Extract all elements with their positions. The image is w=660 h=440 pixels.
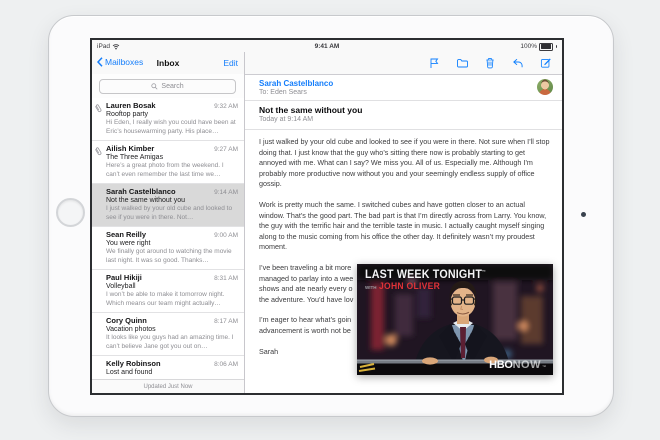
pip-video-player[interactable]: LAST WEEK TONIGHT™ WITH JOHN OLIVER HBO N… bbox=[357, 264, 553, 375]
paperclip-icon bbox=[95, 104, 102, 112]
video-host-line: WITH JOHN OLIVER bbox=[365, 281, 440, 291]
paperclip-icon bbox=[95, 147, 102, 155]
list-item-selected[interactable]: Sarah Castelblanco 9:14 AM Not the same w… bbox=[92, 184, 244, 227]
flag-icon[interactable] bbox=[428, 57, 440, 69]
status-bar: iPad 9:41 AM 100% bbox=[92, 40, 562, 52]
edit-button[interactable]: Edit bbox=[223, 58, 238, 68]
recipient-label: To: Eden Sears bbox=[259, 89, 307, 96]
search-input[interactable]: Search bbox=[99, 79, 236, 94]
compose-icon[interactable] bbox=[540, 57, 552, 69]
list-item[interactable]: Paul Hikiji 8:31 AM Volleyball I won’t be… bbox=[92, 270, 244, 313]
clock: 9:41 AM bbox=[314, 43, 340, 50]
battery-percent: 100% bbox=[520, 43, 537, 50]
search-area: Search bbox=[92, 74, 244, 98]
trash-icon[interactable] bbox=[484, 57, 496, 69]
list-item[interactable]: Ailish Kimber 9:27 AM The Three Amigas He… bbox=[92, 141, 244, 184]
message-date: Today at 9:14 AM bbox=[259, 116, 314, 123]
message-toolbar bbox=[245, 52, 562, 75]
list-item[interactable]: Sean Reilly 9:00 AM You were right We fin… bbox=[92, 227, 244, 270]
battery-icon bbox=[539, 42, 553, 51]
folder-icon[interactable] bbox=[456, 57, 468, 69]
hbo-now-logo: HBO NOW ™ bbox=[489, 359, 546, 371]
message-subject: Not the same without you bbox=[259, 105, 363, 115]
update-status: Updated Just Now bbox=[92, 379, 244, 393]
screen: iPad 9:41 AM 100% Mailboxes Inbox Edit S… bbox=[90, 38, 564, 395]
sender-name-link[interactable]: Sarah Castelblanco bbox=[259, 79, 333, 88]
video-host-name: JOHN OLIVER bbox=[378, 281, 440, 291]
sender-avatar[interactable] bbox=[537, 79, 553, 95]
mailbox-list-panel: Mailboxes Inbox Edit Search Lauren Bosak… bbox=[92, 52, 245, 393]
list-navbar: Mailboxes Inbox Edit bbox=[92, 52, 244, 75]
message-header: Sarah Castelblanco To: Eden Sears bbox=[245, 74, 562, 101]
video-show-title: LAST WEEK TONIGHT™ bbox=[365, 269, 486, 281]
email-list: Lauren Bosak 9:32 AM Rooftop party Hi Ede… bbox=[92, 98, 244, 380]
list-item[interactable]: Cory Quinn 8:17 AM Vacation photos It loo… bbox=[92, 313, 244, 356]
search-icon bbox=[151, 83, 158, 90]
body-paragraph: I just walked by your old cube and looke… bbox=[259, 137, 550, 189]
reply-icon[interactable] bbox=[512, 57, 524, 69]
subject-block: Not the same without you Today at 9:14 A… bbox=[245, 100, 562, 130]
ipad-device: iPad 9:41 AM 100% Mailboxes Inbox Edit S… bbox=[48, 15, 614, 417]
search-placeholder: Search bbox=[161, 83, 184, 90]
body-paragraph: Work is pretty much the same. I switched… bbox=[259, 199, 547, 252]
list-item[interactable]: Kelly Robinson 8:06 AM Lost and found bbox=[92, 356, 244, 380]
front-camera bbox=[581, 212, 586, 217]
home-button[interactable] bbox=[56, 198, 85, 227]
list-item[interactable]: Lauren Bosak 9:32 AM Rooftop party Hi Ede… bbox=[92, 98, 244, 141]
mailbox-title: Inbox bbox=[156, 58, 180, 68]
